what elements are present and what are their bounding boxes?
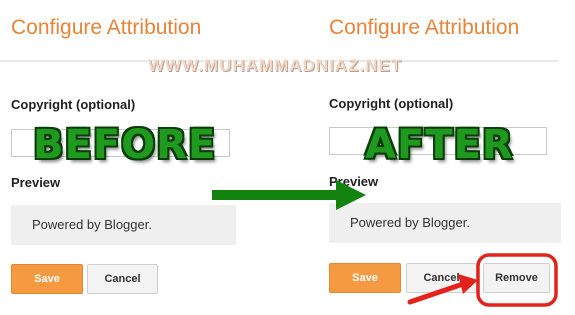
annotation-layer <box>212 180 558 307</box>
red-pointer-arrow-icon <box>407 274 478 305</box>
green-right-arrow-icon <box>212 180 366 210</box>
red-highlight-outline-icon <box>476 253 558 307</box>
